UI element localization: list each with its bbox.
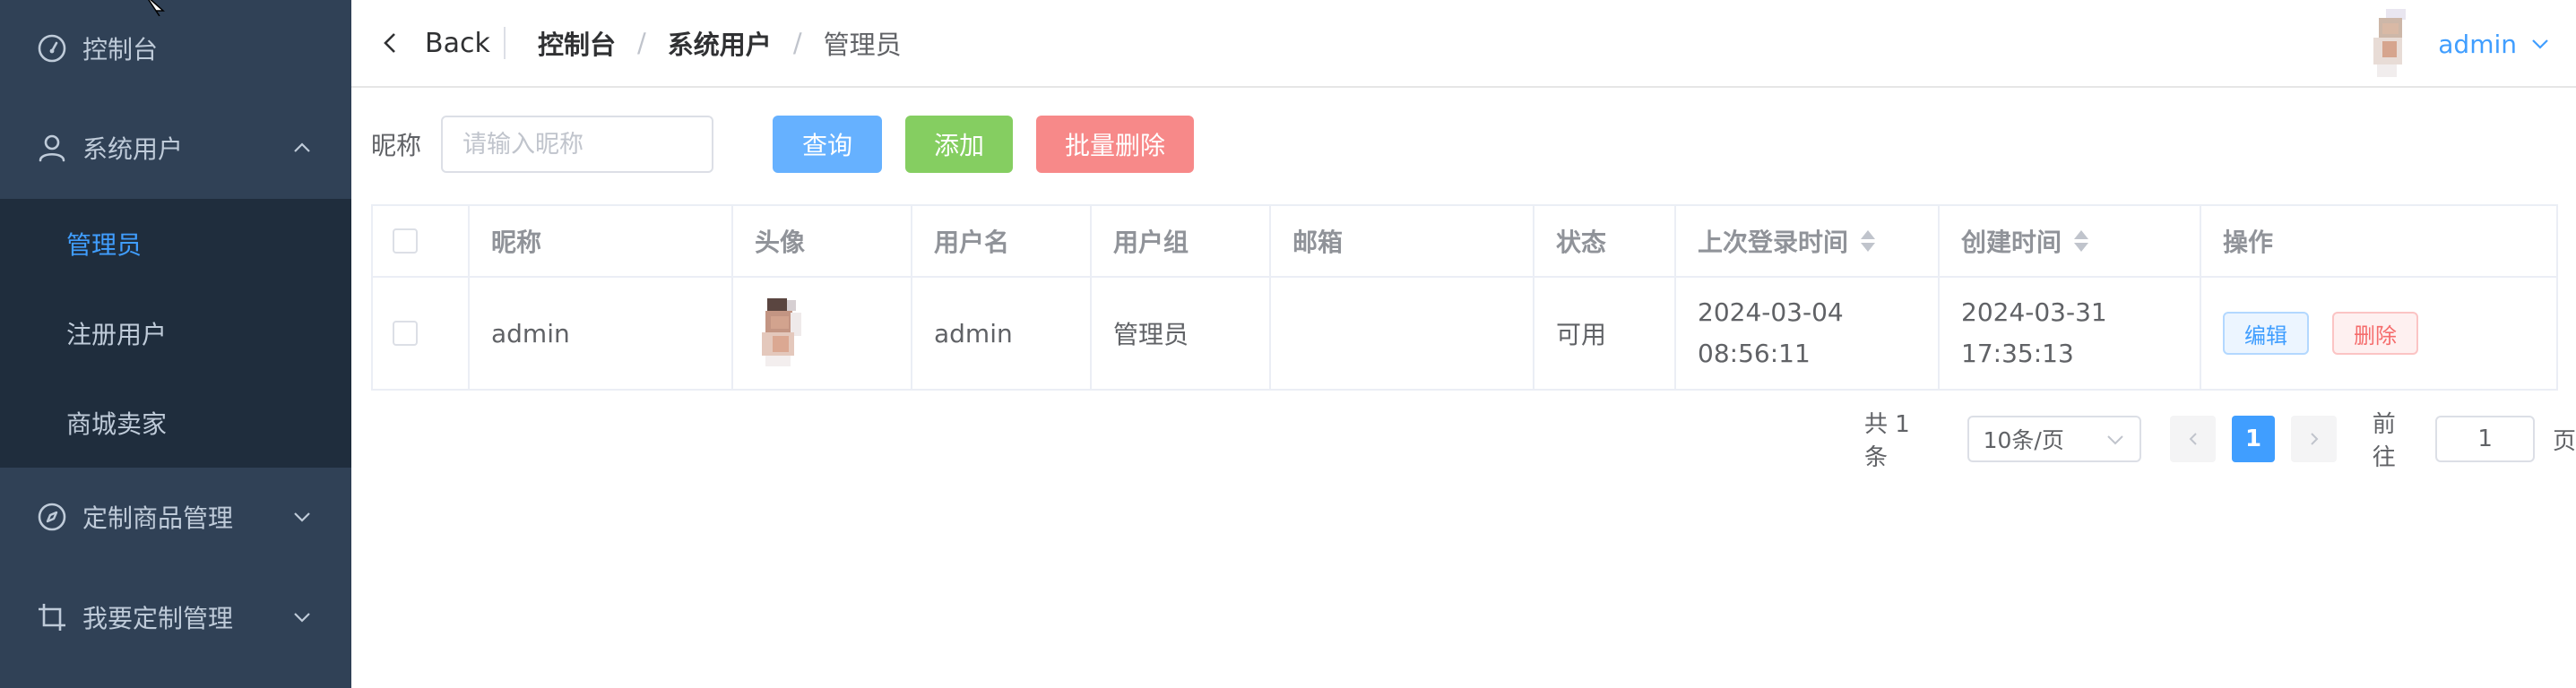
column-header-email: 邮箱: [1271, 206, 1534, 276]
admin-table: 昵称 头像 用户名 用户组 邮箱 状态 上次登录时间 创建时间 操作 admin…: [371, 204, 2558, 391]
chevron-left-icon: [2189, 433, 2197, 445]
sidebar-item-label: 我要定制管理: [82, 604, 234, 633]
username-label[interactable]: admin: [2438, 30, 2517, 59]
column-header-label: 创建时间: [1961, 228, 2062, 257]
cell-nickname: admin: [470, 278, 733, 389]
sidebar-item-mall-sellers[interactable]: 商城卖家: [0, 378, 351, 468]
search-toolbar: 昵称 查询 添加 批量删除: [371, 115, 1217, 174]
created-time: 17:35:13: [1961, 339, 2074, 368]
cell-avatar: [733, 278, 912, 389]
column-header-label: 上次登录时间: [1698, 228, 1849, 257]
back-button[interactable]: Back: [373, 23, 490, 63]
column-header-status: 状态: [1534, 206, 1676, 276]
chevron-left-icon: [384, 33, 395, 53]
pagination: 共 1 条 10条/页 1 前往 1 页: [1864, 411, 2576, 471]
breadcrumb-item-admins: 管理员: [823, 30, 902, 60]
breadcrumb-item-system-users[interactable]: 系统用户: [668, 24, 772, 62]
last-login-time: 08:56:11: [1698, 339, 1811, 368]
goto-label: 前往: [2372, 411, 2396, 471]
breadcrumb: 控制台 / 系统用户 / 管理员: [538, 23, 902, 63]
avatar: [755, 295, 810, 372]
sidebar-item-label: 系统用户: [82, 134, 184, 164]
submenu-system-users: 管理员 注册用户 商城卖家: [0, 199, 351, 468]
page-number-button[interactable]: 1: [2231, 416, 2276, 462]
column-header-avatar: 头像: [733, 206, 912, 276]
next-page-button[interactable]: [2291, 416, 2337, 462]
sidebar-item-registered-users[interactable]: 注册用户: [0, 288, 351, 378]
breadcrumb-item-dashboard[interactable]: 控制台: [538, 24, 616, 62]
table-row: admin admin 管理员 可用 2024-03-04 08:56:11 2…: [373, 278, 2556, 389]
delete-button[interactable]: 删除: [2332, 312, 2418, 355]
cell-email: [1271, 278, 1534, 389]
prev-page-button[interactable]: [2170, 416, 2216, 462]
compass-icon: [36, 501, 68, 533]
sort-caret-icon[interactable]: [2072, 228, 2090, 254]
add-button[interactable]: 添加: [905, 116, 1014, 173]
page-size-select[interactable]: 10条/页: [1967, 416, 2142, 462]
header-divider: [504, 27, 506, 59]
cell-status: 可用: [1534, 278, 1676, 389]
pagination-total: 共 1 条: [1864, 411, 1910, 471]
sidebar: 控制台 系统用户 管理员 注册用户 商城卖家 定制商品管理 我要定制管理: [0, 0, 351, 688]
chevron-down-icon: [2107, 435, 2123, 445]
breadcrumb-separator: /: [792, 28, 802, 58]
sort-caret-icon[interactable]: [1859, 228, 1877, 254]
sidebar-item-admins[interactable]: 管理员: [0, 199, 351, 288]
column-header-username: 用户名: [912, 206, 1092, 276]
sidebar-item-system-users[interactable]: 系统用户: [0, 99, 351, 197]
cell-group: 管理员: [1092, 278, 1271, 389]
goto-page-input[interactable]: 1: [2435, 416, 2535, 462]
cell-last-login: 2024-03-04 08:56:11: [1676, 278, 1940, 389]
chevron-down-icon: [294, 512, 310, 522]
column-header-actions: 操作: [2223, 228, 2274, 257]
chevron-down-icon[interactable]: [2529, 33, 2551, 55]
sidebar-item-dashboard[interactable]: 控制台: [0, 0, 351, 97]
query-button[interactable]: 查询: [773, 116, 883, 173]
cell-actions: 编辑 删除: [2201, 278, 2556, 389]
nickname-label: 昵称: [371, 131, 422, 160]
dashboard-icon: [36, 32, 68, 64]
column-header-created[interactable]: 创建时间: [1940, 206, 2201, 276]
cell-created: 2024-03-31 17:35:13: [1940, 278, 2201, 389]
column-header-nickname: 昵称: [470, 206, 733, 276]
chevron-right-icon: [2310, 433, 2318, 445]
cell-username: admin: [912, 278, 1092, 389]
column-header-last-login[interactable]: 上次登录时间: [1676, 206, 1940, 276]
chevron-up-icon: [294, 142, 310, 152]
avatar[interactable]: [2370, 5, 2413, 82]
table-header: 昵称 头像 用户名 用户组 邮箱 状态 上次登录时间 创建时间 操作: [373, 206, 2556, 278]
chevron-down-icon: [294, 613, 310, 623]
row-select-cell: [373, 278, 470, 389]
mouse-cursor-icon: [148, 0, 165, 16]
created-date: 2024-03-31: [1961, 297, 2107, 327]
row-checkbox[interactable]: [393, 321, 418, 346]
edit-button[interactable]: 编辑: [2223, 312, 2309, 355]
user-icon: [36, 132, 68, 164]
back-label: Back: [425, 27, 490, 59]
sidebar-item-label: 控制台: [82, 35, 159, 64]
page-suffix-label: 页: [2553, 427, 2576, 455]
sidebar-item-label: 定制商品管理: [82, 503, 234, 533]
select-all-checkbox[interactable]: [393, 228, 418, 254]
batch-delete-button[interactable]: 批量删除: [1036, 116, 1195, 173]
breadcrumb-separator: /: [637, 28, 646, 58]
page-size-value: 10条/页: [1983, 427, 2064, 453]
user-menu[interactable]: admin: [2370, 0, 2551, 88]
column-header-group: 用户组: [1092, 206, 1271, 276]
top-header: Back 控制台 / 系统用户 / 管理员 admin: [351, 0, 2576, 88]
header-select-cell: [373, 206, 470, 276]
last-login-date: 2024-03-04: [1698, 297, 1844, 327]
sidebar-item-custom-requests[interactable]: 我要定制管理: [0, 568, 351, 666]
nickname-search-input[interactable]: [441, 116, 714, 173]
sidebar-item-custom-products[interactable]: 定制商品管理: [0, 468, 351, 566]
crop-icon: [36, 601, 68, 633]
